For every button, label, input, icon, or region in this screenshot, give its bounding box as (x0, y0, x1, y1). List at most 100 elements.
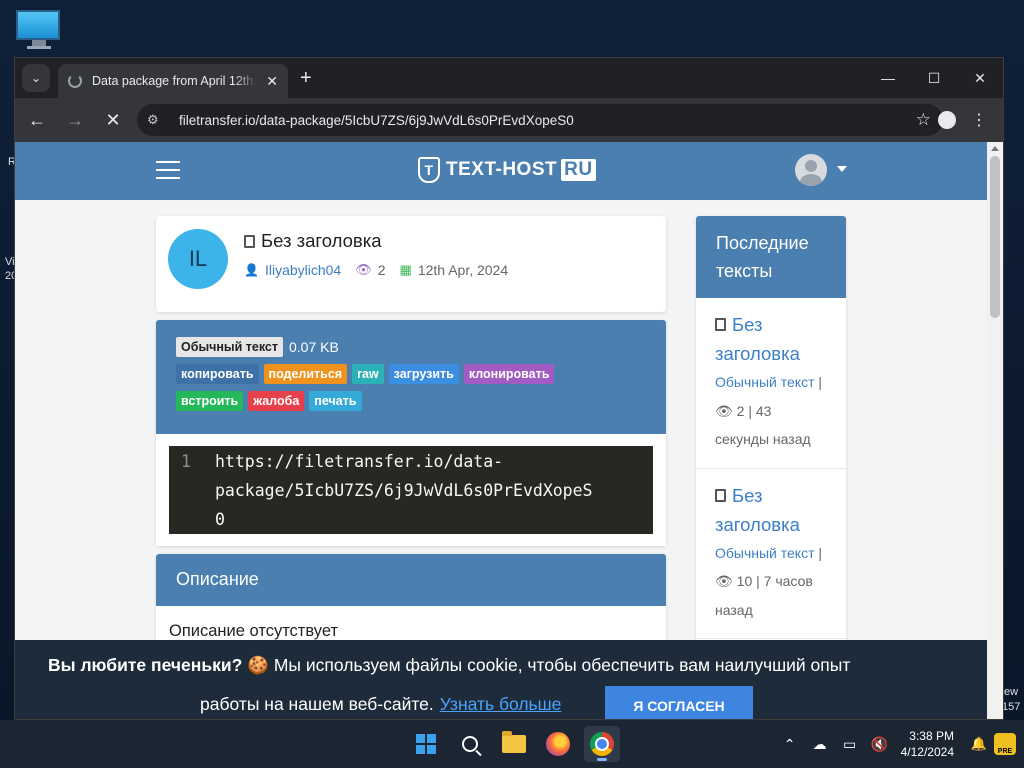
tab-search-button[interactable]: ⌄ (22, 64, 50, 92)
recent-paste-title[interactable]: Без заголовка (712, 310, 827, 368)
code-container: 1 https://filetransfer.io/data- package/… (156, 434, 666, 546)
clone-button[interactable]: клонировать (463, 364, 555, 384)
recent-paste-item: Без заголовка Обычный текст | 👁 10 | 7 ч… (696, 469, 846, 639)
cookie-emoji-icon: 🍪 (247, 655, 269, 675)
report-button[interactable]: жалоба (248, 391, 305, 411)
cookie-banner: Вы любите печеньки? 🍪 Мы используем файл… (15, 640, 987, 719)
copy-doc-icon (241, 232, 255, 248)
tab-strip: ⌄ Data package from April 12th. ✕ + — ☐ … (15, 58, 1003, 98)
code-line: package/5IcbU7ZS/6j9JwVdL6s0PrEvdXopeS (215, 481, 593, 500)
syntax-link[interactable]: Обычный текст (715, 374, 815, 390)
user-avatar[interactable] (795, 154, 827, 186)
notification-bell-icon[interactable]: 🔔 (964, 736, 994, 752)
search-icon (462, 736, 478, 752)
browser-menu-button[interactable]: ⋮ (963, 104, 995, 136)
display-icon[interactable]: ▭ (835, 736, 865, 753)
scroll-up-arrow-icon[interactable] (991, 146, 999, 151)
desktop-edge-text: 157 (1002, 701, 1021, 713)
recent-paste-title[interactable]: Без заголовка (712, 481, 827, 539)
forward-button[interactable]: → (59, 104, 91, 136)
paste-meta-line: 👤 Iliyabylich04 👁 2 ▦ 12th Apr, 2024 (244, 262, 508, 278)
loading-spinner-icon (68, 74, 82, 88)
page-viewport: T TEXT-HOST RU IL Без заголовка 👤 Iliyab… (15, 142, 1003, 719)
embed-button[interactable]: встроить (176, 391, 244, 411)
maximize-button[interactable]: ☐ (911, 58, 957, 98)
site-info-icon[interactable]: ⚙ (147, 112, 171, 128)
copy-doc-icon (712, 486, 726, 502)
raw-button[interactable]: raw (352, 364, 384, 384)
back-button[interactable]: ← (21, 104, 53, 136)
browser-tab[interactable]: Data package from April 12th. ✕ (58, 64, 288, 98)
search-button[interactable] (452, 726, 488, 762)
browser-toolbar: ← → ✕ ⚙ filetransfer.io/data-package/5Ic… (15, 98, 1003, 142)
chrome-button[interactable] (584, 726, 620, 762)
new-tab-button[interactable]: + (300, 67, 312, 90)
description-heading: Описание (156, 554, 666, 606)
author-avatar: IL (168, 229, 228, 289)
line-number: 1 (181, 452, 191, 471)
folder-icon (502, 731, 526, 753)
share-button[interactable]: поделиться (263, 364, 348, 384)
site-logo[interactable]: T TEXT-HOST RU (418, 157, 596, 183)
firefox-button[interactable] (540, 726, 576, 762)
tab-title: Data package from April 12th. (92, 74, 257, 88)
caret-down-icon[interactable] (837, 166, 847, 172)
close-tab-icon[interactable]: ✕ (266, 73, 278, 90)
author-link[interactable]: Iliyabylich04 (265, 262, 341, 278)
chevron-up-icon[interactable]: ⌃ (775, 736, 805, 753)
syntax-link[interactable]: Обычный текст (715, 545, 815, 561)
cookie-text: Мы используем файлы cookie, чтобы обеспе… (273, 655, 851, 675)
print-button[interactable]: печать (309, 391, 362, 411)
cookie-agree-button[interactable]: Я СОГЛАСЕН (605, 686, 753, 719)
logo-text: TEXT-HOST (446, 159, 558, 180)
eye-icon: 👁 (715, 402, 737, 419)
minimize-button[interactable]: — (865, 58, 911, 98)
eye-icon: 👁 (355, 262, 372, 277)
recent-paste-meta: Обычный текст | 👁 10 | 7 часов назад (715, 544, 823, 618)
paste-date: 12th Apr, 2024 (417, 262, 509, 278)
paste-content-card: Обычный текст 0.07 KB копировать поделит… (156, 320, 666, 546)
logo-ru: RU (561, 159, 596, 181)
cookie-text: работы на нашем веб-сайте. (200, 694, 434, 714)
clock-date: 4/12/2024 (900, 745, 954, 759)
start-button[interactable] (408, 726, 444, 762)
cookie-line-2: работы на нашем веб-сайте. Узнать больше (200, 694, 561, 715)
chrome-icon (590, 732, 614, 756)
view-count: 2 (377, 262, 386, 278)
volume-muted-icon[interactable]: 🔇 (865, 736, 895, 753)
bookmark-star-icon[interactable]: ☆ (916, 110, 931, 130)
clock-time: 3:38 PM (909, 729, 954, 743)
syntax-badge: Обычный текст (176, 337, 283, 357)
calendar-icon: ▦ (399, 262, 412, 277)
this-pc-desktop-icon[interactable] (16, 10, 62, 50)
cloud-offline-icon[interactable]: ☁ (805, 736, 835, 753)
sidebar-heading: Последние тексты (696, 216, 846, 298)
paste-title-text: Без заголовка (261, 230, 382, 251)
view-count: 10 (736, 573, 753, 589)
code-block[interactable]: 1 https://filetransfer.io/data- package/… (169, 446, 653, 534)
address-bar[interactable]: ⚙ filetransfer.io/data-package/5IcbU7ZS/… (137, 104, 943, 136)
page-scrollbar[interactable] (987, 142, 1003, 719)
download-button[interactable]: загрузить (388, 364, 459, 384)
eye-icon: 👁 (715, 573, 737, 589)
site-header: T TEXT-HOST RU (15, 142, 1003, 200)
profile-button[interactable] (931, 104, 963, 136)
clock[interactable]: 3:38 PM 4/12/2024 (901, 728, 954, 760)
system-tray: ⌃ ☁ ▭ 🔇 3:38 PM 4/12/2024 🔔 PRE (775, 720, 1024, 768)
logo-mark-icon: T (418, 157, 440, 183)
code-line: https://filetransfer.io/data- (215, 452, 504, 471)
firefox-icon (546, 732, 570, 756)
hamburger-menu-icon[interactable] (156, 161, 180, 185)
cookie-question: Вы любите печеньки? (48, 655, 243, 675)
paste-title: Без заголовка (241, 230, 382, 252)
stop-loading-button[interactable]: ✕ (97, 104, 129, 136)
copy-button[interactable]: копировать (176, 364, 259, 384)
scrollbar-thumb[interactable] (990, 156, 1000, 318)
preview-badge-icon[interactable]: PRE (994, 733, 1016, 755)
close-window-button[interactable]: ✕ (957, 58, 1003, 98)
desktop-edge-text: ew (1004, 686, 1019, 698)
taskbar: ⌃ ☁ ▭ 🔇 3:38 PM 4/12/2024 🔔 PRE (0, 720, 1024, 768)
learn-more-link[interactable]: Узнать больше (440, 694, 562, 714)
url-text[interactable]: filetransfer.io/data-package/5IcbU7ZS/6j… (179, 113, 574, 128)
file-explorer-button[interactable] (496, 726, 532, 762)
